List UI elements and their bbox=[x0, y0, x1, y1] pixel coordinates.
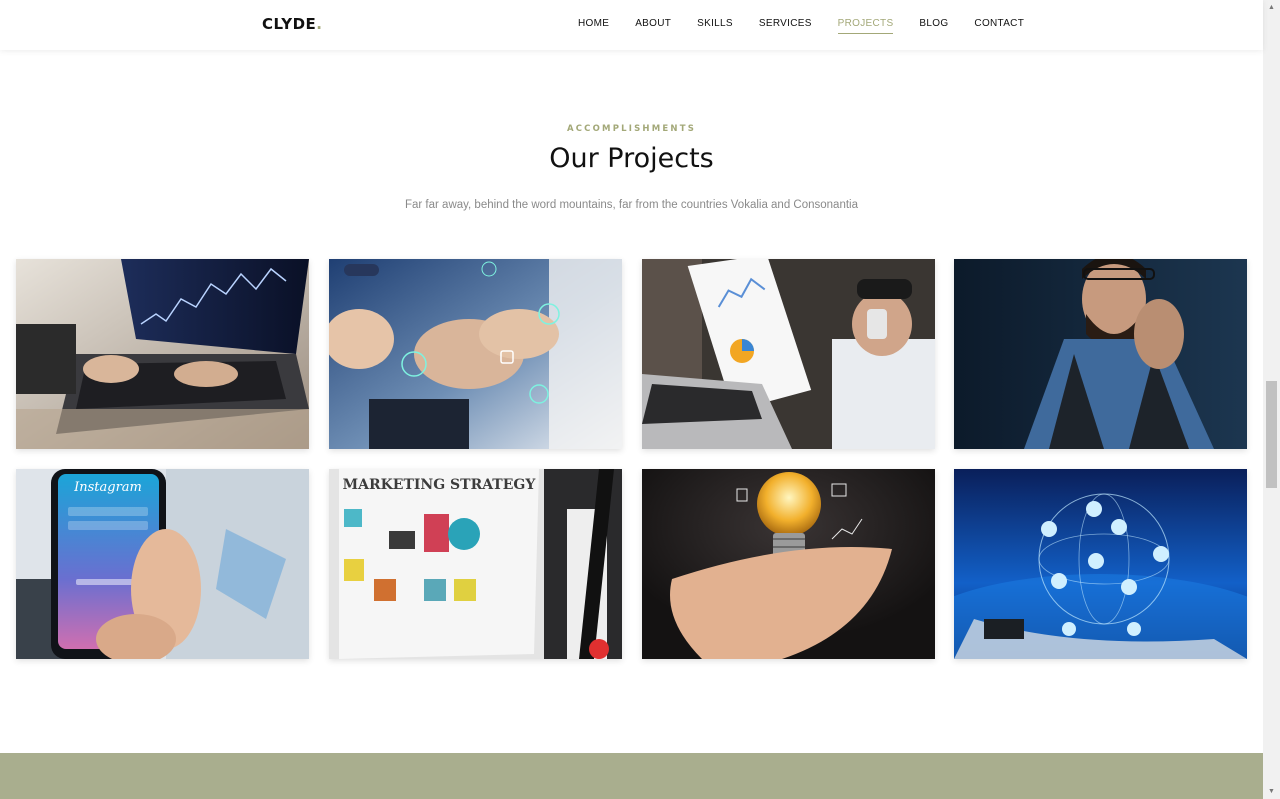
section-title: Our Projects bbox=[549, 143, 714, 174]
brand-dot: . bbox=[316, 15, 323, 33]
page-scrollbar[interactable]: ▲ ▼ bbox=[1263, 0, 1280, 799]
nav-services[interactable]: SERVICES bbox=[759, 18, 812, 34]
project-image-report-call bbox=[642, 259, 935, 449]
nav-links: HOME ABOUT SKILLS SERVICES PROJECTS BLOG… bbox=[578, 18, 1050, 34]
project-card-report-call[interactable] bbox=[642, 259, 935, 449]
project-card-laptop-chart[interactable] bbox=[16, 259, 309, 449]
project-image-thinking-man bbox=[954, 259, 1247, 449]
next-section-band bbox=[0, 753, 1263, 799]
scrollbar-thumb[interactable] bbox=[1266, 381, 1277, 488]
section-subheading: ACCOMPLISHMENTS bbox=[566, 124, 697, 134]
navbar: CLYDE. HOME ABOUT SKILLS SERVICES PROJEC… bbox=[0, 0, 1263, 50]
project-card-thinking-man[interactable] bbox=[954, 259, 1247, 449]
brand-logo[interactable]: CLYDE. bbox=[262, 15, 323, 33]
nav-blog[interactable]: BLOG bbox=[919, 18, 948, 34]
project-image-laptop-chart bbox=[16, 259, 309, 449]
brand-name: CLYDE bbox=[262, 15, 317, 33]
nav-projects[interactable]: PROJECTS bbox=[837, 18, 894, 34]
scroll-up-icon[interactable]: ▲ bbox=[1267, 3, 1276, 12]
project-image-team-hands bbox=[329, 259, 622, 449]
project-image-instagram-phone: Instagram bbox=[16, 469, 309, 659]
project-card-network-globe[interactable] bbox=[954, 469, 1247, 659]
project-image-network-globe bbox=[954, 469, 1247, 659]
project-card-light-bulb[interactable] bbox=[642, 469, 935, 659]
nav-about[interactable]: ABOUT bbox=[635, 18, 671, 34]
nav-home[interactable]: HOME bbox=[578, 18, 609, 34]
marketing-strategy-text: MARKETING STRATEGY bbox=[343, 477, 537, 493]
instagram-logo-text: Instagram bbox=[73, 480, 142, 495]
project-card-team-hands[interactable] bbox=[329, 259, 622, 449]
project-image-light-bulb bbox=[642, 469, 935, 659]
project-image-marketing-strategy: MARKETING STRATEGY bbox=[329, 469, 622, 659]
nav-contact[interactable]: CONTACT bbox=[974, 18, 1024, 34]
scroll-down-icon[interactable]: ▼ bbox=[1267, 787, 1276, 796]
nav-skills[interactable]: SKILLS bbox=[697, 18, 733, 34]
project-card-instagram-phone[interactable]: Instagram bbox=[16, 469, 309, 659]
project-card-marketing-strategy[interactable]: MARKETING STRATEGY bbox=[329, 469, 622, 659]
projects-grid: Instagram MARKETING STRATEGY bbox=[16, 259, 1247, 659]
section-lead: Far far away, behind the word mountains,… bbox=[404, 199, 858, 211]
